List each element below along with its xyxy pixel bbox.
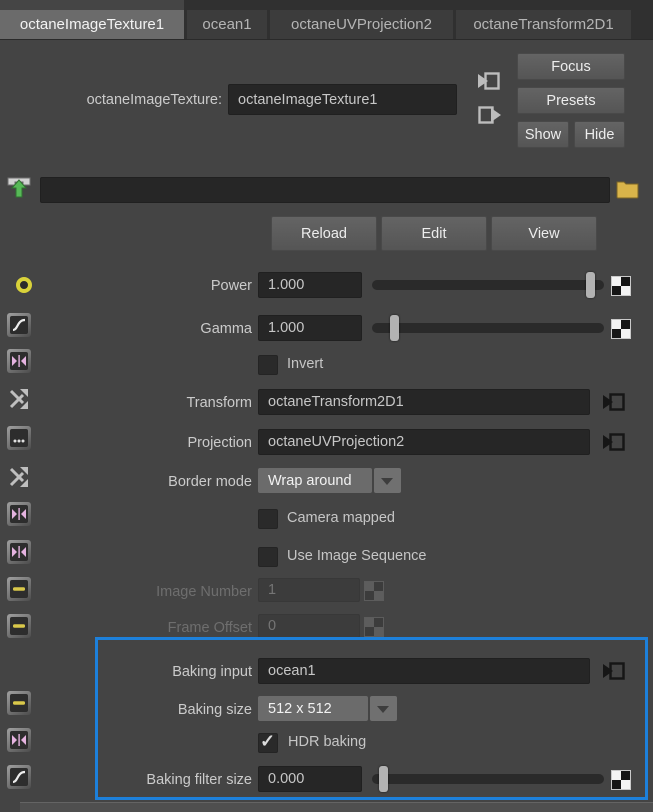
show-button[interactable]: Show [517, 121, 569, 148]
slider-handle[interactable] [586, 272, 595, 298]
tab-octaneuvprojection2[interactable]: octaneUVProjection2 [270, 10, 453, 39]
hdr-baking-label: HDR baking [288, 734, 367, 750]
shuffle-arrows-icon [6, 464, 32, 490]
power-slider[interactable] [372, 272, 604, 298]
edit-button[interactable]: Edit [381, 216, 487, 251]
transform-label: Transform [186, 395, 252, 411]
dots-box-icon [7, 426, 31, 450]
tab-label: octaneImageTexture1 [19, 16, 165, 33]
reverse-arrows-icon [7, 728, 31, 752]
slider-track[interactable] [372, 280, 604, 290]
tab-octaneimagetexture1[interactable]: octaneImageTexture1 [0, 10, 184, 39]
tab-octanetransform2d1[interactable]: octaneTransform2D1 [456, 10, 631, 39]
checker-map-icon [364, 617, 384, 637]
image-number-input [258, 578, 360, 602]
range-bar-icon [7, 614, 31, 638]
bottom-section-edge [20, 802, 653, 812]
range-bar-icon [7, 691, 31, 715]
reverse-arrows-icon [7, 502, 31, 526]
border-mode-label: Border mode [168, 474, 252, 490]
folder-icon[interactable] [615, 178, 640, 199]
reverse-arrows-icon [7, 349, 31, 373]
checker-map-icon[interactable] [611, 276, 631, 296]
baking-size-label: Baking size [177, 702, 252, 718]
checker-map-icon[interactable] [611, 770, 631, 790]
node-name-input[interactable] [228, 84, 457, 115]
checker-map-icon[interactable] [611, 319, 631, 339]
input-connection-icon[interactable] [602, 659, 626, 683]
use-image-sequence-checkbox[interactable] [258, 547, 278, 567]
node-type-label: octaneImageTexture: [86, 92, 222, 108]
input-connection-icon[interactable] [602, 430, 626, 454]
projection-label: Projection [187, 435, 252, 451]
tab-label: octaneTransform2D1 [473, 16, 614, 33]
baking-filter-size-label: Baking filter size [146, 772, 252, 788]
slider-handle[interactable] [379, 766, 388, 792]
tab-label: octaneUVProjection2 [291, 16, 432, 33]
power-label: Power [210, 278, 252, 294]
texture-placement-icon[interactable] [6, 174, 32, 200]
power-input[interactable] [258, 272, 362, 298]
border-mode-dropdown[interactable]: Wrap around [258, 468, 372, 493]
frame-offset-input [258, 614, 360, 638]
chevron-down-icon[interactable] [374, 468, 401, 493]
view-button[interactable]: View [491, 216, 597, 251]
baking-input-label: Baking input [172, 664, 252, 680]
camera-mapped-label: Camera mapped [287, 510, 395, 526]
checker-map-icon [364, 581, 384, 601]
chevron-down-icon[interactable] [370, 696, 397, 721]
slider-track[interactable] [372, 323, 604, 333]
baking-size-dropdown[interactable]: 512 x 512 [258, 696, 368, 721]
yellow-ring-icon [16, 277, 32, 293]
tab-ocean1[interactable]: ocean1 [187, 10, 267, 39]
baking-filter-size-input[interactable] [258, 766, 362, 792]
image-number-label: Image Number [156, 584, 252, 600]
shuffle-arrows-icon [6, 386, 32, 412]
presets-button[interactable]: Presets [517, 87, 625, 114]
curve-icon [7, 313, 31, 337]
frame-offset-label: Frame Offset [167, 620, 252, 636]
hide-button[interactable]: Hide [574, 121, 625, 148]
slider-track[interactable] [372, 774, 604, 784]
hdr-baking-checkbox[interactable] [258, 731, 278, 753]
input-connection-icon[interactable] [477, 69, 501, 93]
input-connection-icon[interactable] [602, 390, 626, 414]
output-connection-icon[interactable] [477, 103, 501, 127]
baking-filter-size-slider[interactable] [372, 766, 604, 792]
gamma-slider[interactable] [372, 315, 604, 341]
file-path-input[interactable] [40, 177, 610, 203]
reverse-arrows-icon [7, 540, 31, 564]
reload-button[interactable]: Reload [271, 216, 377, 251]
focus-button[interactable]: Focus [517, 53, 625, 80]
tab-bar: octaneImageTexture1 ocean1 octaneUVProje… [0, 0, 653, 40]
slider-handle[interactable] [390, 315, 399, 341]
camera-mapped-checkbox[interactable] [258, 509, 278, 529]
invert-label: Invert [287, 356, 324, 372]
gamma-input[interactable] [258, 315, 362, 341]
use-image-sequence-label: Use Image Sequence [287, 548, 427, 564]
curve-icon [7, 765, 31, 789]
range-bar-icon [7, 577, 31, 601]
projection-input[interactable] [258, 429, 590, 455]
tab-label: ocean1 [202, 16, 252, 33]
baking-input-input[interactable] [258, 658, 590, 684]
tab-bar-strip [0, 0, 184, 10]
gamma-label: Gamma [200, 321, 252, 337]
transform-input[interactable] [258, 389, 590, 415]
invert-checkbox[interactable] [258, 355, 278, 375]
